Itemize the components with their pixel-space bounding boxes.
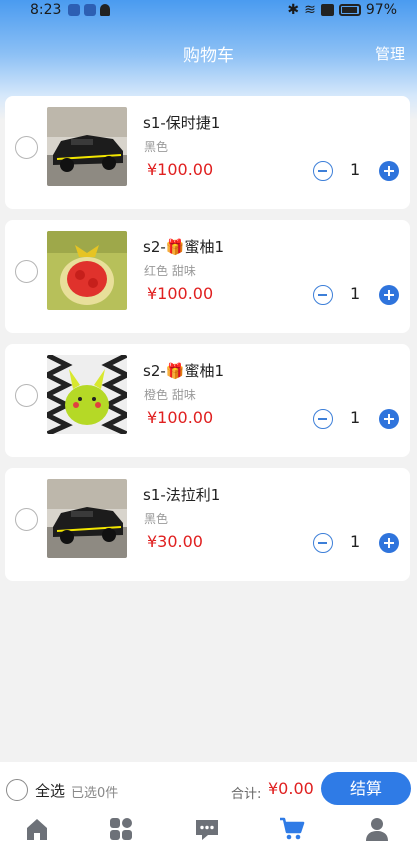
notification-icons: [68, 4, 110, 16]
product-image[interactable]: [47, 231, 127, 310]
wifi-icon: ≋: [304, 2, 316, 18]
increase-quantity-button[interactable]: [379, 533, 399, 553]
product-spec: 红色 甜味: [144, 264, 196, 278]
checkout-button[interactable]: 结算: [321, 772, 411, 805]
category-icon[interactable]: [108, 816, 134, 842]
cart-item: s2-🎁蜜柚1 橙色 甜味 ¥100.00 1: [5, 344, 410, 457]
product-price: ¥100.00: [147, 284, 214, 303]
item-select-radio[interactable]: [15, 136, 38, 159]
status-right: ✱ ≋ 97%: [287, 2, 397, 18]
product-name: s2-🎁蜜柚1: [143, 362, 225, 380]
gift-emoji: 🎁: [165, 238, 185, 256]
status-bar: 8:23 ✱ ≋ 97%: [0, 0, 417, 22]
gift-emoji: 🎁: [165, 362, 185, 380]
quantity-value: 1: [350, 408, 361, 427]
item-select-radio[interactable]: [15, 260, 38, 283]
increase-quantity-button[interactable]: [379, 161, 399, 181]
product-image[interactable]: [47, 107, 127, 186]
tab-bar: [0, 812, 417, 848]
select-all-label[interactable]: 全选: [35, 780, 65, 801]
decrease-quantity-button[interactable]: [313, 409, 333, 429]
total-label: 合计:: [231, 787, 262, 802]
increase-quantity-button[interactable]: [379, 409, 399, 429]
item-select-radio[interactable]: [15, 384, 38, 407]
sim-icon: [320, 4, 334, 16]
item-select-radio[interactable]: [15, 508, 38, 531]
profile-icon[interactable]: [364, 816, 390, 842]
total-price: ¥0.00: [268, 779, 314, 798]
bluetooth-icon: ✱: [287, 2, 300, 18]
cart-icon[interactable]: [279, 816, 305, 842]
product-price: ¥100.00: [147, 408, 214, 427]
product-spec: 橙色 甜味: [144, 388, 196, 402]
quantity-value: 1: [350, 532, 361, 551]
increase-quantity-button[interactable]: [379, 285, 399, 305]
cart-item: s1-法拉利1 黑色 ¥30.00 1: [5, 468, 410, 581]
decrease-quantity-button[interactable]: [313, 285, 333, 305]
product-price: ¥100.00: [147, 160, 214, 179]
checkout-bar: 全选 已选0件 合计: ¥0.00 结算: [0, 762, 417, 848]
status-time: 8:23: [30, 2, 62, 18]
security-notification-icon: [84, 4, 96, 16]
decrease-quantity-button[interactable]: [313, 161, 333, 181]
cart-item: s1-保时捷1 黑色 ¥100.00 1: [5, 96, 410, 209]
message-icon[interactable]: [194, 816, 220, 842]
product-name: s1-法拉利1: [143, 486, 221, 504]
manage-button[interactable]: 管理: [375, 43, 405, 64]
quantity-value: 1: [350, 160, 361, 179]
app-notification-icon: [68, 4, 80, 16]
home-icon[interactable]: [24, 816, 50, 842]
product-name: s1-保时捷1: [143, 114, 221, 132]
battery-icon: [338, 4, 361, 16]
product-image[interactable]: [47, 355, 127, 434]
battery-percent: 97%: [365, 2, 397, 18]
product-spec: 黑色: [144, 140, 169, 154]
product-spec: 黑色: [144, 512, 169, 526]
cart-item: s2-🎁蜜柚1 红色 甜味 ¥100.00 1: [5, 220, 410, 333]
product-name: s2-🎁蜜柚1: [143, 238, 225, 256]
product-price: ¥30.00: [147, 532, 203, 551]
selected-count: 已选0件: [71, 786, 119, 801]
bell-notification-icon: [100, 4, 110, 16]
product-image[interactable]: [47, 479, 127, 558]
quantity-value: 1: [350, 284, 361, 303]
decrease-quantity-button[interactable]: [313, 533, 333, 553]
page-title: 购物车: [183, 46, 234, 66]
select-all-radio[interactable]: [6, 779, 28, 801]
